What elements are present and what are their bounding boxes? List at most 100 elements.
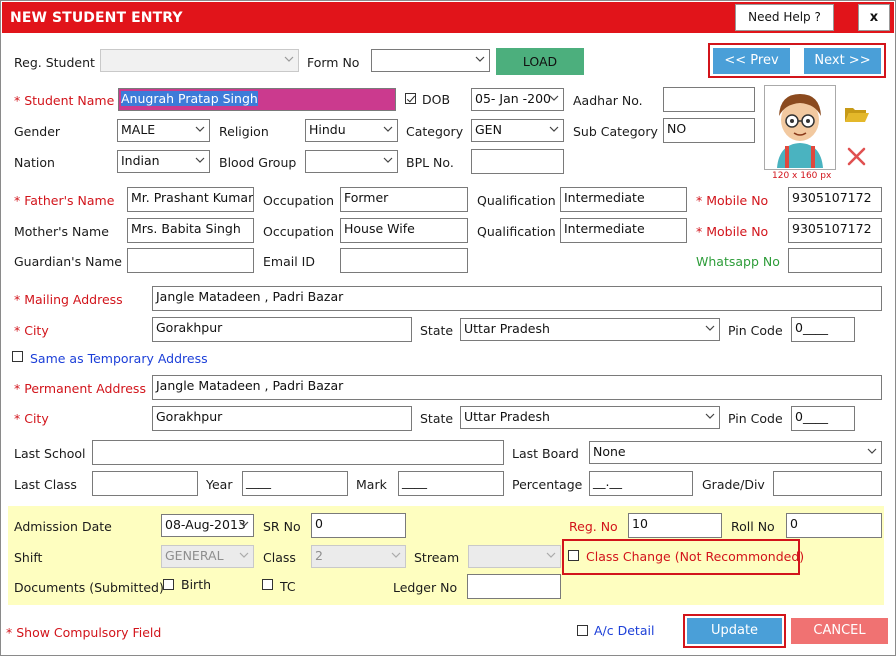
mark-label: Mark xyxy=(356,477,387,492)
permanent-state-label: State xyxy=(420,411,454,426)
student-photo[interactable] xyxy=(764,85,836,170)
mother-qualification-input[interactable]: Intermediate xyxy=(560,218,687,243)
chevron-down-icon xyxy=(705,413,715,419)
birth-label[interactable]: Birth xyxy=(181,577,211,592)
category-label: Category xyxy=(406,124,464,139)
chevron-down-icon xyxy=(284,56,294,62)
permanent-city-input[interactable]: Gorakhpur xyxy=(152,406,412,431)
delete-photo-icon[interactable] xyxy=(847,147,866,166)
category-select[interactable]: GEN xyxy=(471,119,564,142)
next-button[interactable]: Next >> xyxy=(804,48,881,74)
load-button[interactable]: LOAD xyxy=(496,48,584,75)
mother-mobile-label: * Mobile No xyxy=(696,224,769,239)
mother-occupation-input[interactable]: House Wife xyxy=(340,218,468,243)
bpl-input[interactable] xyxy=(471,149,564,174)
stream-select[interactable] xyxy=(468,545,561,568)
whatsapp-label: Whatsapp No xyxy=(696,254,780,269)
last-school-input[interactable] xyxy=(92,440,504,465)
prev-button[interactable]: << Prev xyxy=(713,48,790,74)
permanent-address-label: * Permanent Address xyxy=(14,381,146,396)
folder-open-icon[interactable] xyxy=(844,105,870,123)
year-label: Year xyxy=(206,477,233,492)
dob-checkbox[interactable] xyxy=(405,93,416,104)
email-input[interactable] xyxy=(340,248,468,273)
birth-checkbox[interactable] xyxy=(163,579,174,590)
close-button[interactable]: x xyxy=(858,4,890,31)
gender-select[interactable]: MALE xyxy=(117,119,210,142)
roll-no-input[interactable]: 0 xyxy=(786,513,882,538)
chevron-down-icon xyxy=(239,552,249,558)
whatsapp-input[interactable] xyxy=(788,248,882,273)
father-occupation-input[interactable]: Former xyxy=(340,187,468,212)
photo-size-caption: 120 x 160 px xyxy=(772,171,832,181)
nation-select[interactable]: Indian xyxy=(117,150,210,173)
same-as-temporary-checkbox[interactable] xyxy=(12,351,23,362)
ledger-no-input[interactable] xyxy=(467,574,561,599)
ac-detail-label[interactable]: A/c Detail xyxy=(594,623,654,638)
help-button[interactable]: Need Help ? xyxy=(735,4,834,31)
father-name-label: * Father's Name xyxy=(14,193,115,208)
mother-name-input[interactable]: Mrs. Babita Singh xyxy=(127,218,254,243)
chevron-down-icon xyxy=(867,448,877,454)
mailing-pin-input[interactable]: 0____ xyxy=(791,317,855,342)
admission-date-picker[interactable]: 08-Aug-2013 xyxy=(161,514,254,537)
tc-checkbox[interactable] xyxy=(262,579,273,590)
mailing-address-label: * Mailing Address xyxy=(14,292,123,307)
window-title: NEW STUDENT ENTRY xyxy=(10,10,183,26)
form-no-label: Form No xyxy=(307,55,360,70)
last-class-label: Last Class xyxy=(14,477,77,492)
admission-date-label: Admission Date xyxy=(14,519,112,534)
mailing-city-input[interactable]: Gorakhpur xyxy=(152,317,412,342)
tc-label[interactable]: TC xyxy=(280,579,296,594)
compulsory-field-note[interactable]: * Show Compulsory Field xyxy=(6,625,161,640)
blood-group-label: Blood Group xyxy=(219,155,297,170)
student-name-input[interactable]: Anugrah Pratap Singh xyxy=(118,88,396,111)
ledger-no-label: Ledger No xyxy=(393,580,458,595)
update-button[interactable]: Update xyxy=(687,618,782,644)
religion-label: Religion xyxy=(219,124,269,139)
dob-picker[interactable]: 05- Jan -200 xyxy=(471,88,564,111)
mailing-address-input[interactable]: Jangle Matadeen , Padri Bazar xyxy=(152,286,882,311)
year-input[interactable]: ____ xyxy=(242,471,348,496)
last-class-input[interactable] xyxy=(92,471,198,496)
class-label: Class xyxy=(263,550,296,565)
father-occupation-label: Occupation xyxy=(263,193,335,208)
permanent-state-select[interactable]: Uttar Pradesh xyxy=(460,406,720,429)
last-board-select[interactable]: None xyxy=(589,441,882,464)
student-entry-window: NEW STUDENT ENTRY Need Help ? x Reg. Stu… xyxy=(0,0,896,656)
last-board-label: Last Board xyxy=(512,446,579,461)
class-change-checkbox[interactable] xyxy=(568,550,579,561)
father-name-input[interactable]: Mr. Prashant Kumar Si xyxy=(127,187,254,212)
guardian-name-input[interactable] xyxy=(127,248,254,273)
chevron-down-icon xyxy=(391,552,401,558)
mailing-state-select[interactable]: Uttar Pradesh xyxy=(460,318,720,341)
class-change-label[interactable]: Class Change (Not Recommonded) xyxy=(586,549,804,564)
grade-input[interactable] xyxy=(773,471,882,496)
mailing-pin-label: Pin Code xyxy=(728,323,783,338)
chevron-down-icon xyxy=(546,552,556,558)
permanent-address-input[interactable]: Jangle Matadeen , Padri Bazar xyxy=(152,375,882,400)
ac-detail-checkbox[interactable] xyxy=(577,625,588,636)
blood-group-select[interactable] xyxy=(305,150,398,173)
same-as-temporary-label[interactable]: Same as Temporary Address xyxy=(30,351,208,366)
guardian-name-label: Guardian's Name xyxy=(14,254,122,269)
reg-no-input[interactable]: 10 xyxy=(628,513,722,538)
aadhar-input[interactable] xyxy=(663,87,755,112)
chevron-down-icon xyxy=(195,157,205,163)
father-mobile-input[interactable]: 9305107172 xyxy=(788,187,882,212)
cancel-button[interactable]: CANCEL xyxy=(791,618,888,644)
class-select[interactable]: 2 xyxy=(311,545,406,568)
mother-mobile-input[interactable]: 9305107172 xyxy=(788,218,882,243)
mother-name-label: Mother's Name xyxy=(14,224,109,239)
shift-select[interactable]: GENERAL xyxy=(161,545,254,568)
reg-student-select[interactable] xyxy=(100,49,299,72)
permanent-city-label: * City xyxy=(14,411,49,426)
subcategory-input[interactable]: NO xyxy=(663,118,755,143)
religion-select[interactable]: Hindu xyxy=(305,119,398,142)
father-qualification-input[interactable]: Intermediate xyxy=(560,187,687,212)
mark-input[interactable]: ____ xyxy=(398,471,504,496)
form-no-select[interactable] xyxy=(371,49,490,72)
percentage-input[interactable]: __.__ xyxy=(589,471,693,496)
sr-no-input[interactable]: 0 xyxy=(311,513,406,538)
permanent-pin-input[interactable]: 0____ xyxy=(791,406,855,431)
